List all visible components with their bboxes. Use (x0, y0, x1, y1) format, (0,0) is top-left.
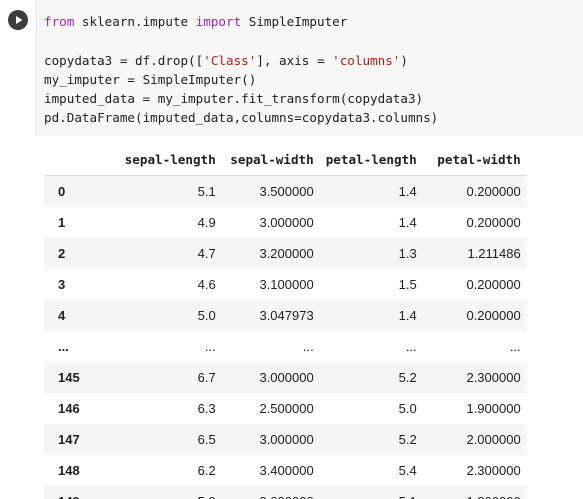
code-line: imputed_data = my_imputer.fit_transform(… (44, 89, 438, 108)
table-cell: ... (319, 331, 423, 362)
code-line: copydata3 = df.drop(['Class'], axis = 'c… (44, 51, 438, 70)
table-row: 3 4.6 3.100000 1.5 0.200000 (44, 269, 527, 300)
row-index: 1 (44, 207, 86, 238)
table-cell: ... (221, 331, 320, 362)
row-index: 3 (44, 269, 86, 300)
code-line: my_imputer = SimpleImputer() (44, 70, 438, 89)
code-string: 'columns' (332, 52, 401, 68)
table-cell: 0.200000 (422, 207, 527, 238)
row-index: 146 (44, 393, 86, 424)
table-cell: 1.900000 (422, 393, 527, 424)
row-index: 145 (44, 362, 86, 393)
code-token: my_imputer = SimpleImputer() (44, 71, 257, 87)
table-cell: 5.9 (85, 486, 222, 499)
code-token: sklearn.impute (74, 14, 196, 29)
column-header: sepal-width (221, 144, 320, 176)
table-cell: 4.9 (85, 207, 222, 238)
table-cell: 4.6 (85, 269, 222, 300)
table-cell: 2.000000 (422, 424, 527, 455)
table-cell: 5.1 (319, 486, 423, 499)
table-cell: 6.3 (85, 393, 222, 424)
table-cell: 5.4 (319, 455, 423, 486)
table-cell: 6.7 (85, 362, 222, 393)
row-index: ... (44, 331, 86, 362)
code-editor[interactable]: from sklearn.impute import SimpleImputer… (36, 0, 583, 136)
cell-output: sepal-length sepal-width petal-length pe… (44, 144, 527, 499)
table-cell: 3.400000 (221, 455, 320, 486)
table-cell: 4.7 (85, 238, 222, 269)
table-row: ............... (44, 331, 527, 362)
code-line: from sklearn.impute import SimpleImputer (44, 12, 438, 31)
notebook-cell: from sklearn.impute import SimpleImputer… (0, 0, 583, 499)
table-cell: ... (422, 331, 527, 362)
table-cell: 3.500000 (221, 175, 320, 207)
row-index: 0 (44, 175, 86, 207)
table-row: 147 6.5 3.000000 5.2 2.000000 (44, 424, 527, 455)
table-cell: 1.4 (319, 300, 423, 331)
table-cell: 5.2 (319, 362, 423, 393)
table-row: 148 6.2 3.400000 5.4 2.300000 (44, 455, 527, 486)
table-cell: 1.4 (319, 175, 423, 207)
table-cell: 2.500000 (221, 393, 320, 424)
table-row: 145 6.7 3.000000 5.2 2.300000 (44, 362, 527, 393)
code-text: from sklearn.impute import SimpleImputer… (44, 12, 438, 128)
code-token: pd.DataFrame(imputed_data,columns=copyda… (44, 110, 439, 126)
row-index: 2 (44, 238, 86, 269)
table-row: 4 5.0 3.047973 1.4 0.200000 (44, 300, 527, 331)
code-token: ) (400, 52, 408, 68)
code-token: SimpleImputer (241, 14, 348, 29)
table-header-row: sepal-length sepal-width petal-length pe… (44, 144, 527, 176)
table-cell: 3.100000 (221, 269, 320, 300)
table-cell: 1.3 (319, 238, 423, 269)
code-token: copydata3 = df.drop([ (44, 52, 204, 68)
play-icon (16, 16, 23, 24)
table-cell: 5.1 (85, 175, 222, 207)
table-cell: 3.000000 (221, 486, 320, 499)
table-cell: 3.000000 (221, 362, 320, 393)
table-cell: 3.000000 (221, 424, 320, 455)
table-cell: 1.800000 (422, 486, 527, 499)
table-cell: 6.2 (85, 455, 222, 486)
code-line: pd.DataFrame(imputed_data,columns=copyda… (44, 108, 438, 127)
table-cell: 3.000000 (221, 207, 320, 238)
table-cell: 0.200000 (422, 269, 527, 300)
table-row: 0 5.1 3.500000 1.4 0.200000 (44, 175, 527, 207)
column-header: sepal-length (85, 144, 222, 176)
table-cell: 5.0 (319, 393, 423, 424)
table-cell: 3.047973 (221, 300, 320, 331)
table-row: 2 4.7 3.200000 1.3 1.211486 (44, 238, 527, 269)
index-header (44, 144, 86, 176)
table-cell: 2.300000 (422, 362, 527, 393)
dataframe-table: sepal-length sepal-width petal-length pe… (44, 144, 527, 499)
table-cell: 3.200000 (221, 238, 320, 269)
table-cell: 1.5 (319, 269, 423, 300)
table-cell: 0.200000 (422, 175, 527, 207)
code-keyword: import (195, 14, 242, 29)
run-cell-button[interactable] (8, 10, 28, 30)
row-index: 4 (44, 300, 86, 331)
table-cell: 0.200000 (422, 300, 527, 331)
column-header: petal-length (319, 144, 423, 176)
table-cell: 5.2 (319, 424, 423, 455)
table-cell: 6.5 (85, 424, 222, 455)
table-cell: 1.4 (319, 207, 423, 238)
code-string: 'Class' (203, 52, 257, 68)
table-cell: ... (85, 331, 222, 362)
code-keyword: from (44, 14, 75, 29)
table-cell: 2.300000 (422, 455, 527, 486)
table-row: 1495.93.0000005.11.800000 (44, 486, 527, 499)
row-index: 148 (44, 455, 86, 486)
column-header: petal-width (422, 144, 527, 176)
table-row: 146 6.3 2.500000 5.0 1.900000 (44, 393, 527, 424)
table-cell: 1.211486 (422, 238, 527, 269)
table-row: 1 4.9 3.000000 1.4 0.200000 (44, 207, 527, 238)
code-token: ], axis = (256, 52, 333, 68)
row-index: 147 (44, 424, 86, 455)
table-cell: 5.0 (85, 300, 222, 331)
cell-gutter (0, 0, 36, 136)
code-token: imputed_data = my_imputer.fit_transform(… (44, 91, 424, 107)
row-index: 149 (44, 486, 86, 499)
